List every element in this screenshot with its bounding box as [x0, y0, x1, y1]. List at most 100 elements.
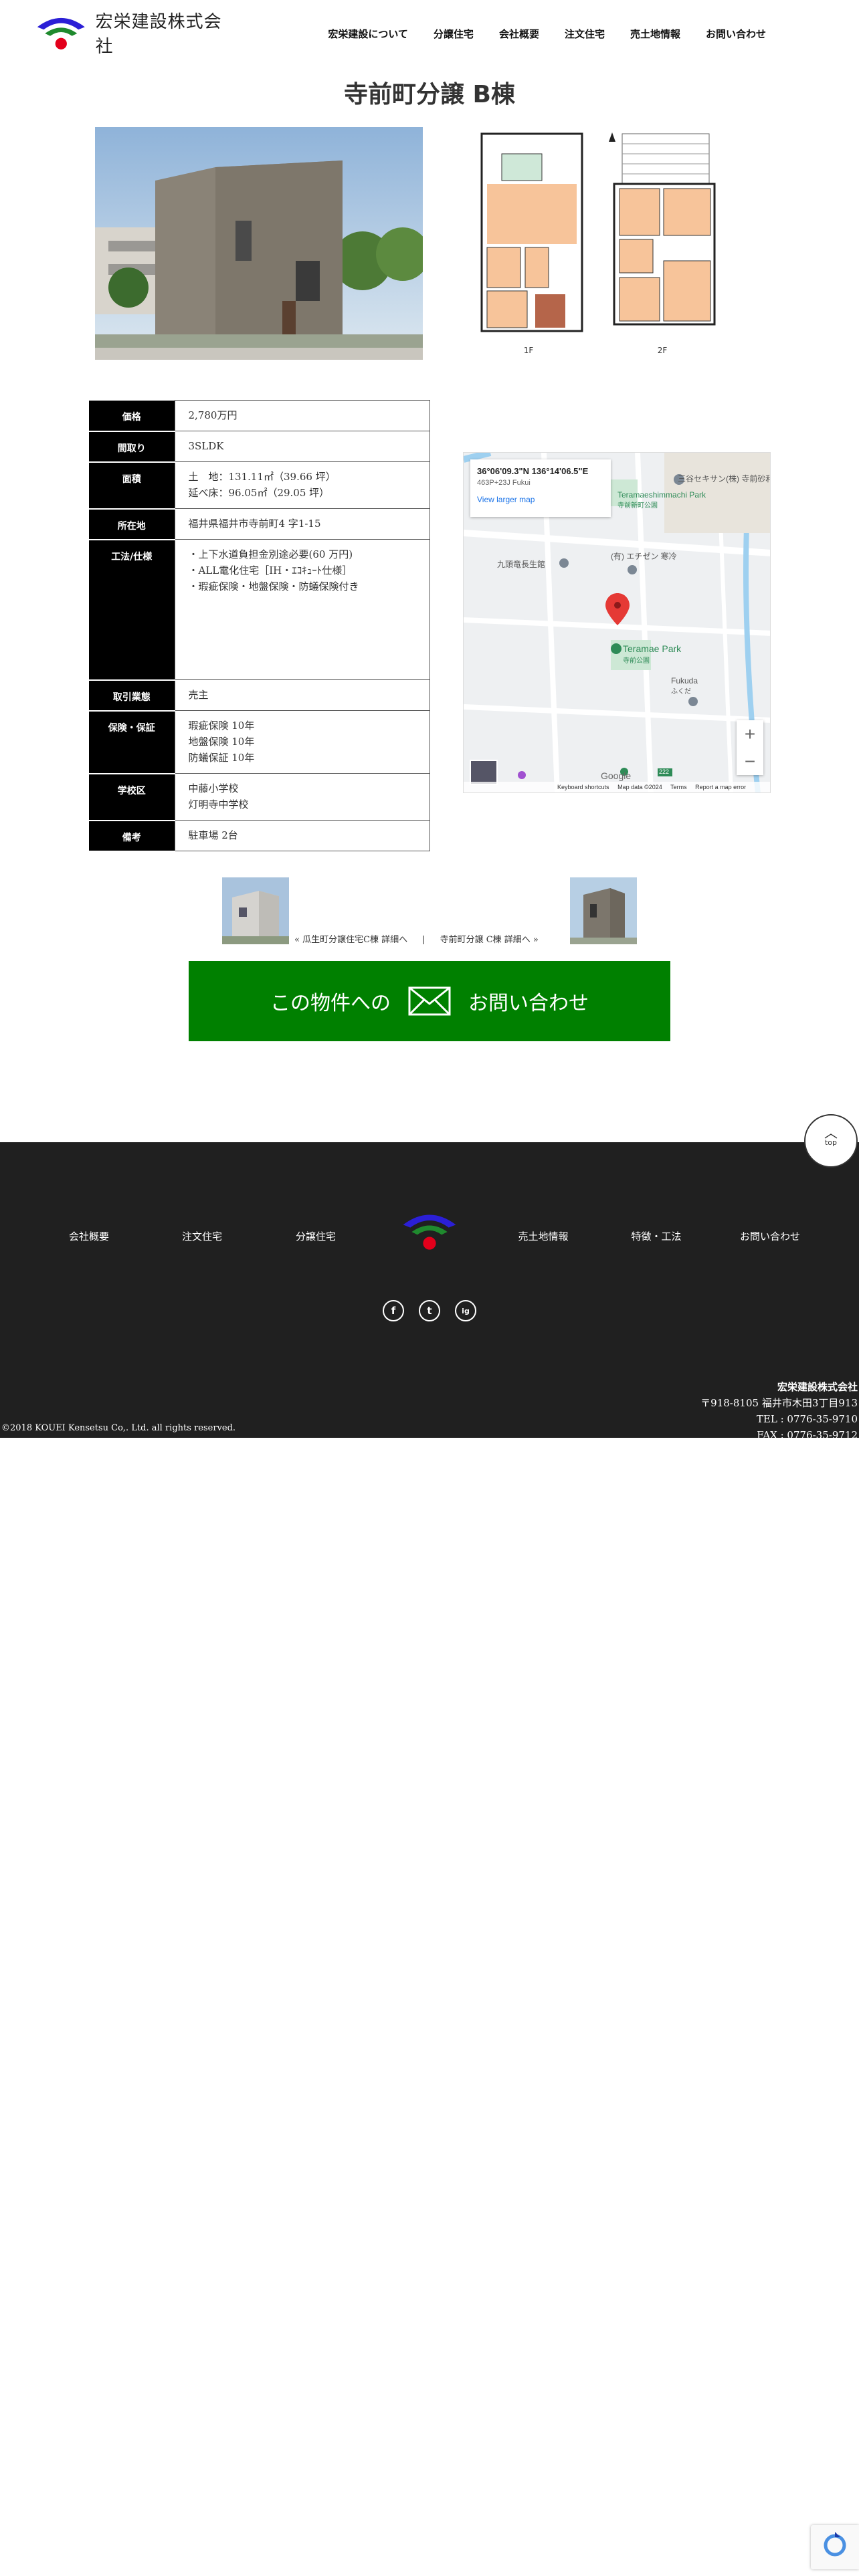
- next-property-link[interactable]: 寺前町分譲 C棟 詳細へ »: [440, 935, 539, 945]
- map-label: ふくだ: [671, 688, 691, 695]
- spec-label: 学校区: [89, 773, 175, 821]
- spec-label: 所在地: [89, 508, 175, 540]
- spec-value-line: ・上下水道負担金別途必要(60 万円): [188, 548, 353, 560]
- keyboard-shortcuts-link[interactable]: Keyboard shortcuts: [557, 784, 609, 790]
- spec-value: 土 地：131.11㎡（39.66 坪） 延べ床：96.05㎡（29.05 坪）: [174, 461, 430, 509]
- map-layer-toggle[interactable]: [470, 760, 498, 785]
- spec-label: 取引業態: [89, 679, 175, 712]
- copyright: ©2018 KOUEI Kensetsu Co,. Ltd. all right…: [1, 1423, 236, 1433]
- house-photo[interactable]: [95, 127, 423, 360]
- envelope-icon: [408, 986, 451, 1016]
- spec-row-area: 面積 土 地：131.11㎡（39.66 坪） 延べ床：96.05㎡（29.05…: [89, 461, 430, 510]
- spec-row-layout: 間取り 3SLDK: [89, 431, 430, 463]
- contact-cta-button[interactable]: この物件への お問い合わせ: [189, 961, 670, 1041]
- footer-logo-icon[interactable]: [399, 1209, 460, 1253]
- floorplan-image[interactable]: 1F 2F: [462, 127, 729, 361]
- spec-value: 中藤小学校 灯明寺中学校: [174, 773, 430, 821]
- spec-value: 2,780万円: [174, 400, 430, 431]
- company-address: 〒918-8105 福井市木田3丁目913: [700, 1397, 858, 1409]
- cta-text-right: お問い合わせ: [468, 992, 589, 1015]
- map-info-card: 36°06'09.3"N 136°14'06.5"E 463P+23J Fuku…: [470, 459, 611, 517]
- spec-label: 価格: [89, 400, 175, 432]
- nav-subdivision[interactable]: 分譲住宅: [421, 27, 486, 41]
- map-footer: Keyboard shortcuts Map data ©2024 Terms …: [464, 782, 770, 792]
- back-to-top-button[interactable]: ︿ top: [804, 1114, 858, 1168]
- nav-about[interactable]: 宏栄建設について: [315, 27, 421, 41]
- footer-nav-subdivision[interactable]: 分譲住宅: [296, 1229, 336, 1243]
- next-property-thumbnail[interactable]: [570, 877, 637, 944]
- map-label: Teramae Park: [623, 643, 682, 654]
- map-road-number: 222: [659, 768, 670, 775]
- spec-label: 面積: [89, 461, 175, 510]
- report-error-link[interactable]: Report a map error: [695, 784, 746, 790]
- site-header: 宏栄建設株式会社 宏栄建設について 分譲住宅 会社概要 注文住宅 売土地情報 お…: [0, 0, 859, 64]
- spec-row-transaction: 取引業態 売主: [89, 679, 430, 712]
- nav-custom-home[interactable]: 注文住宅: [552, 27, 617, 41]
- spec-row-construction: 工法/仕様 ・上下水道負担金別途必要(60 万円) ・ALL電化住宅［IH・ｴｺ…: [89, 539, 430, 681]
- map-label: 寺前公園: [623, 657, 650, 665]
- map-label: 寺前新町公園: [617, 502, 658, 510]
- map-coordinates: 36°06'09.3"N 136°14'06.5"E: [477, 466, 589, 476]
- footer-nav-company[interactable]: 会社概要: [69, 1229, 109, 1243]
- nav-land[interactable]: 売土地情報: [617, 27, 693, 41]
- google-map[interactable]: 三谷セキサン(株) 寺前砂利工場 Teramaeshimmachi Park 寺…: [463, 452, 771, 793]
- map-label: Fukuda: [671, 676, 698, 685]
- spec-row-school: 学校区 中藤小学校 灯明寺中学校: [89, 773, 430, 821]
- terms-link[interactable]: Terms: [670, 784, 687, 790]
- page-title: 寺前町分譲 B棟: [344, 81, 515, 108]
- footer-nav-land[interactable]: 売土地情報: [518, 1229, 568, 1243]
- logo-mark-icon: [37, 17, 85, 49]
- spec-value-line: 防蟻保証 10年: [188, 752, 255, 764]
- spec-row-notes: 備考 駐車場 2台: [89, 820, 430, 852]
- footer-nav-features[interactable]: 特徴・工法: [631, 1229, 681, 1243]
- floor1-label: 1F: [524, 346, 534, 355]
- spec-value: ・上下水道負担金別途必要(60 万円) ・ALL電化住宅［IH・ｴｺｷｭｰﾄ仕様…: [174, 539, 430, 680]
- company-fax: FAX : 0776-35-9712: [757, 1429, 858, 1441]
- nav-company[interactable]: 会社概要: [486, 27, 552, 41]
- spec-value-line: 土 地：131.11㎡（39.66 坪）: [188, 471, 336, 483]
- zoom-in-button[interactable]: +: [737, 720, 763, 748]
- spec-table: 価格 2,780万円 間取り 3SLDK 面積 土 地：131.11㎡（39.6…: [89, 400, 430, 852]
- spec-value-line: 地盤保険 10年: [188, 736, 255, 748]
- social-links: f t ig: [0, 1300, 859, 1321]
- footer-nav-contact[interactable]: お問い合わせ: [740, 1229, 800, 1243]
- prev-property-link[interactable]: « 瓜生町分譲住宅C棟 詳細へ: [294, 935, 407, 945]
- spec-label: 間取り: [89, 431, 175, 463]
- floor2-label: 2F: [658, 346, 668, 355]
- spec-label: 工法/仕様: [89, 539, 175, 681]
- nav-contact[interactable]: お問い合わせ: [693, 27, 779, 41]
- spec-value: 駐車場 2台: [174, 820, 430, 851]
- site-footer: 会社概要 注文住宅 分譲住宅 売土地情報 特徴・工法 お問い合わせ f t ig…: [0, 1142, 859, 1441]
- chevron-up-icon: ︿: [824, 1125, 838, 1141]
- map-data-text: Map data ©2024: [617, 784, 662, 790]
- spec-row-warranty: 保険・保証 瑕疵保険 10年 地盤保険 10年 防蟻保証 10年: [89, 710, 430, 774]
- zoom-out-button[interactable]: −: [737, 748, 763, 775]
- twitter-icon[interactable]: t: [419, 1300, 440, 1321]
- spec-value-line: 延べ床：96.05㎡（29.05 坪）: [188, 487, 330, 499]
- map-label: (有) エチゼン 寒冷: [611, 552, 677, 561]
- prev-property-thumbnail[interactable]: [222, 877, 289, 944]
- main-nav: 宏栄建設について 分譲住宅 会社概要 注文住宅 売土地情報 お問い合わせ: [315, 27, 779, 41]
- spec-value-line: 灯明寺中学校: [188, 798, 249, 811]
- google-logo: Google: [601, 770, 632, 781]
- cta-text-left: この物件への: [270, 992, 391, 1015]
- spec-value: 売主: [174, 679, 430, 711]
- spec-label: 保険・保証: [89, 710, 175, 774]
- spec-value: 瑕疵保険 10年 地盤保険 10年 防蟻保証 10年: [174, 710, 430, 774]
- spec-value: 3SLDK: [174, 431, 430, 462]
- company-name: 宏栄建設株式会社: [777, 1381, 858, 1393]
- map-label: 三谷セキサン(株) 寺前砂利工場: [678, 474, 770, 484]
- site-logo[interactable]: 宏栄建設株式会社: [33, 12, 234, 57]
- company-info: 宏栄建設株式会社 〒918-8105 福井市木田3丁目913 TEL : 077…: [700, 1379, 858, 1443]
- logo-text: 宏栄建設株式会社: [95, 12, 222, 57]
- facebook-icon[interactable]: f: [383, 1300, 404, 1321]
- view-larger-map-link[interactable]: View larger map: [477, 495, 604, 504]
- map-zoom-control: + −: [737, 720, 763, 775]
- company-tel: TEL : 0776-35-9710: [756, 1413, 858, 1425]
- footer-nav-custom-home[interactable]: 注文住宅: [182, 1229, 222, 1243]
- spec-value-line: 瑕疵保険 10年: [188, 720, 255, 732]
- spec-value-line: ・ALL電化住宅［IH・ｴｺｷｭｰﾄ仕様］: [188, 564, 353, 576]
- spec-value-line: ・瑕疵保険・地盤保険・防蟻保険付き: [188, 580, 359, 593]
- instagram-icon[interactable]: ig: [455, 1300, 476, 1321]
- recaptcha-badge[interactable]: [811, 2525, 859, 2569]
